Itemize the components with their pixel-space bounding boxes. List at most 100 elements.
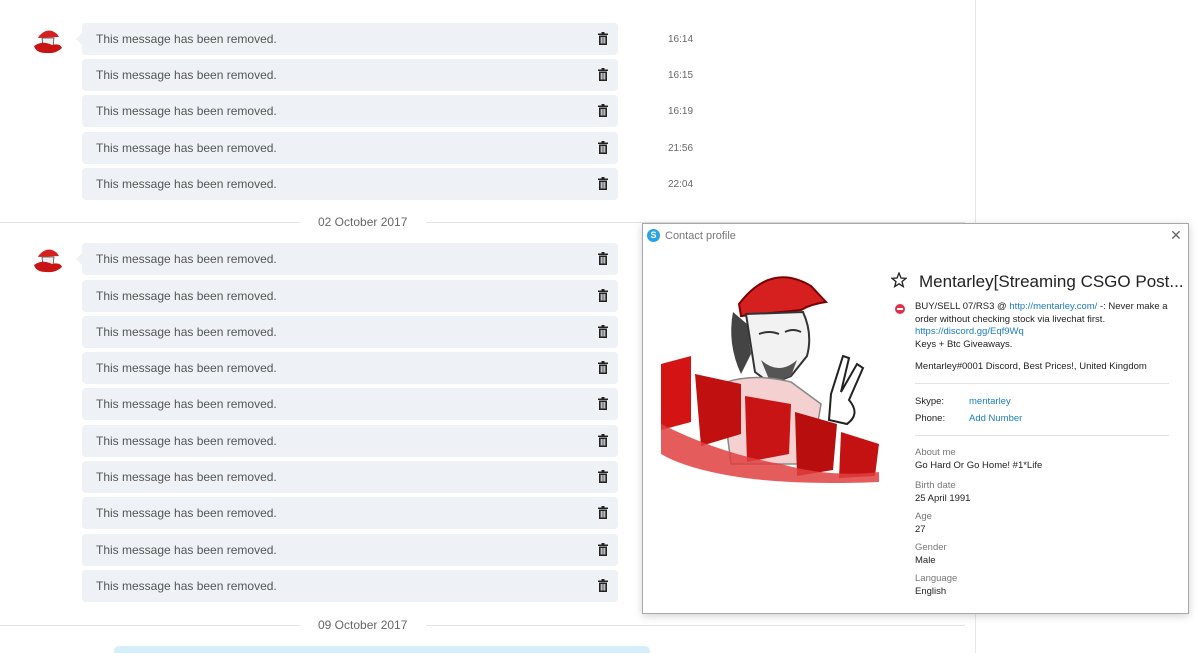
- trash-icon: [598, 470, 608, 483]
- message-row: This message has been removed.: [82, 425, 702, 457]
- about-value: Go Hard Or Go Home! #1*Life: [915, 460, 1043, 471]
- message-row: This message has been removed.: [82, 388, 702, 420]
- message-text: This message has been removed.: [96, 543, 277, 557]
- contact-avatar[interactable]: [30, 23, 66, 59]
- message-bubble[interactable]: This message has been removed.: [76, 243, 618, 275]
- birth-date-label: Birth date: [915, 480, 956, 491]
- profile-name-row: Mentarley[Streaming CSGO Post...: [891, 272, 1184, 292]
- trash-icon: [598, 361, 608, 374]
- profile-location: Mentarley#0001 Discord, Best Prices!, Un…: [915, 361, 1147, 372]
- divider: [915, 435, 1169, 436]
- message-time: 16:15: [668, 70, 694, 81]
- about-label: About me: [915, 447, 956, 458]
- message-text: This message has been removed.: [96, 325, 277, 339]
- skype-label: Skype:: [915, 396, 945, 407]
- close-icon[interactable]: ✕: [1169, 228, 1183, 242]
- birth-date-value: 25 April 1991: [915, 493, 971, 504]
- message-text: This message has been removed.: [96, 289, 277, 303]
- trash-icon: [598, 543, 608, 556]
- message-bubble[interactable]: This message has been removed.: [82, 461, 618, 493]
- message-bubble[interactable]: This message has been removed.: [82, 316, 618, 348]
- trash-icon: [598, 397, 608, 410]
- do-not-disturb-icon: [895, 304, 905, 314]
- message-row: This message has been removed. 16:19: [82, 95, 702, 127]
- add-number-link[interactable]: Add Number: [969, 413, 1022, 424]
- message-row: This message has been removed. 16:15: [82, 59, 702, 91]
- date-separator: 09 October 2017: [0, 618, 965, 632]
- message-bubble[interactable]: This message has been removed.: [82, 425, 618, 457]
- message-time: 22:04: [668, 179, 694, 190]
- date-label: 09 October 2017: [318, 618, 408, 632]
- message-text: This message has been removed.: [96, 104, 277, 118]
- divider: [915, 383, 1169, 384]
- gender-label: Gender: [915, 542, 947, 553]
- website-link[interactable]: http://mentarley.com/: [1009, 301, 1097, 312]
- message-row: This message has been removed.: [82, 570, 702, 602]
- trash-icon: [598, 104, 608, 117]
- message-text: This message has been removed.: [96, 252, 277, 266]
- message-text: This message has been removed.: [96, 141, 277, 155]
- trash-icon: [598, 252, 608, 265]
- message-row: This message has been removed.: [82, 534, 702, 566]
- message-text: This message has been removed.: [96, 434, 277, 448]
- message-bubble-partial[interactable]: [114, 646, 650, 653]
- skype-value[interactable]: mentarley: [969, 396, 1011, 407]
- message-time: 16:14: [668, 34, 694, 45]
- language-value: English: [915, 586, 947, 597]
- age-value: 27: [915, 524, 926, 535]
- message-bubble[interactable]: This message has been removed.: [82, 280, 618, 312]
- trash-icon: [598, 289, 608, 302]
- message-text: This message has been removed.: [96, 361, 277, 375]
- message-bubble[interactable]: This message has been removed.: [82, 570, 618, 602]
- profile-picture[interactable]: [661, 264, 881, 484]
- message-text: This message has been removed.: [96, 32, 277, 46]
- message-text: This message has been removed.: [96, 470, 277, 484]
- trash-icon: [598, 579, 608, 592]
- message-bubble[interactable]: This message has been removed.: [76, 23, 618, 55]
- mood-line2: Keys + Btc Giveaways.: [915, 338, 1013, 350]
- skype-logo-icon: S: [647, 229, 660, 242]
- message-row: This message has been removed.: [82, 316, 702, 348]
- window-title: Contact profile: [665, 230, 736, 242]
- message-text: This message has been removed.: [96, 506, 277, 520]
- message-bubble[interactable]: This message has been removed.: [82, 132, 618, 164]
- trash-icon: [598, 32, 608, 45]
- message-bubble[interactable]: This message has been removed.: [82, 59, 618, 91]
- message-time: 16:19: [668, 106, 694, 117]
- message-bubble[interactable]: This message has been removed.: [82, 534, 618, 566]
- trash-icon: [598, 141, 608, 154]
- mood-prefix: BUY/SELL 07/RS3 @: [915, 301, 1010, 312]
- gender-value: Male: [915, 555, 936, 566]
- message-row: This message has been removed.: [82, 497, 702, 529]
- trash-icon: [598, 506, 608, 519]
- star-icon[interactable]: [891, 272, 907, 288]
- message-text: This message has been removed.: [96, 177, 277, 191]
- message-bubble[interactable]: This message has been removed.: [82, 352, 618, 384]
- trash-icon: [598, 177, 608, 190]
- message-text: This message has been removed.: [96, 579, 277, 593]
- phone-label: Phone:: [915, 413, 946, 424]
- language-label: Language: [915, 573, 958, 584]
- date-label: 02 October 2017: [318, 215, 408, 229]
- age-label: Age: [915, 511, 932, 522]
- message-row: This message has been removed. 21:56: [82, 132, 702, 164]
- message-row: This message has been removed.: [82, 280, 702, 312]
- message-bubble[interactable]: This message has been removed.: [82, 497, 618, 529]
- message-row: This message has been removed. 22:04: [82, 168, 702, 200]
- trash-icon: [598, 325, 608, 338]
- message-bubble[interactable]: This message has been removed.: [82, 168, 618, 200]
- message-bubble[interactable]: This message has been removed.: [82, 388, 618, 420]
- trash-icon: [598, 434, 608, 447]
- contact-profile-window: S Contact profile ✕ Mentarley[Streaming …: [642, 223, 1189, 614]
- message-row: This message has been removed.: [82, 352, 702, 384]
- message-row: This message has been removed.: [76, 243, 702, 275]
- message-row: This message has been removed.: [82, 461, 702, 493]
- message-text: This message has been removed.: [96, 68, 277, 82]
- contact-avatar[interactable]: [30, 242, 66, 278]
- message-time: 21:56: [668, 143, 694, 154]
- message-bubble[interactable]: This message has been removed.: [82, 95, 618, 127]
- message-text: This message has been removed.: [96, 397, 277, 411]
- discord-link[interactable]: https://discord.gg/Eqf9Wq: [915, 326, 1024, 337]
- message-row: This message has been removed. 16:14: [76, 23, 702, 55]
- trash-icon: [598, 68, 608, 81]
